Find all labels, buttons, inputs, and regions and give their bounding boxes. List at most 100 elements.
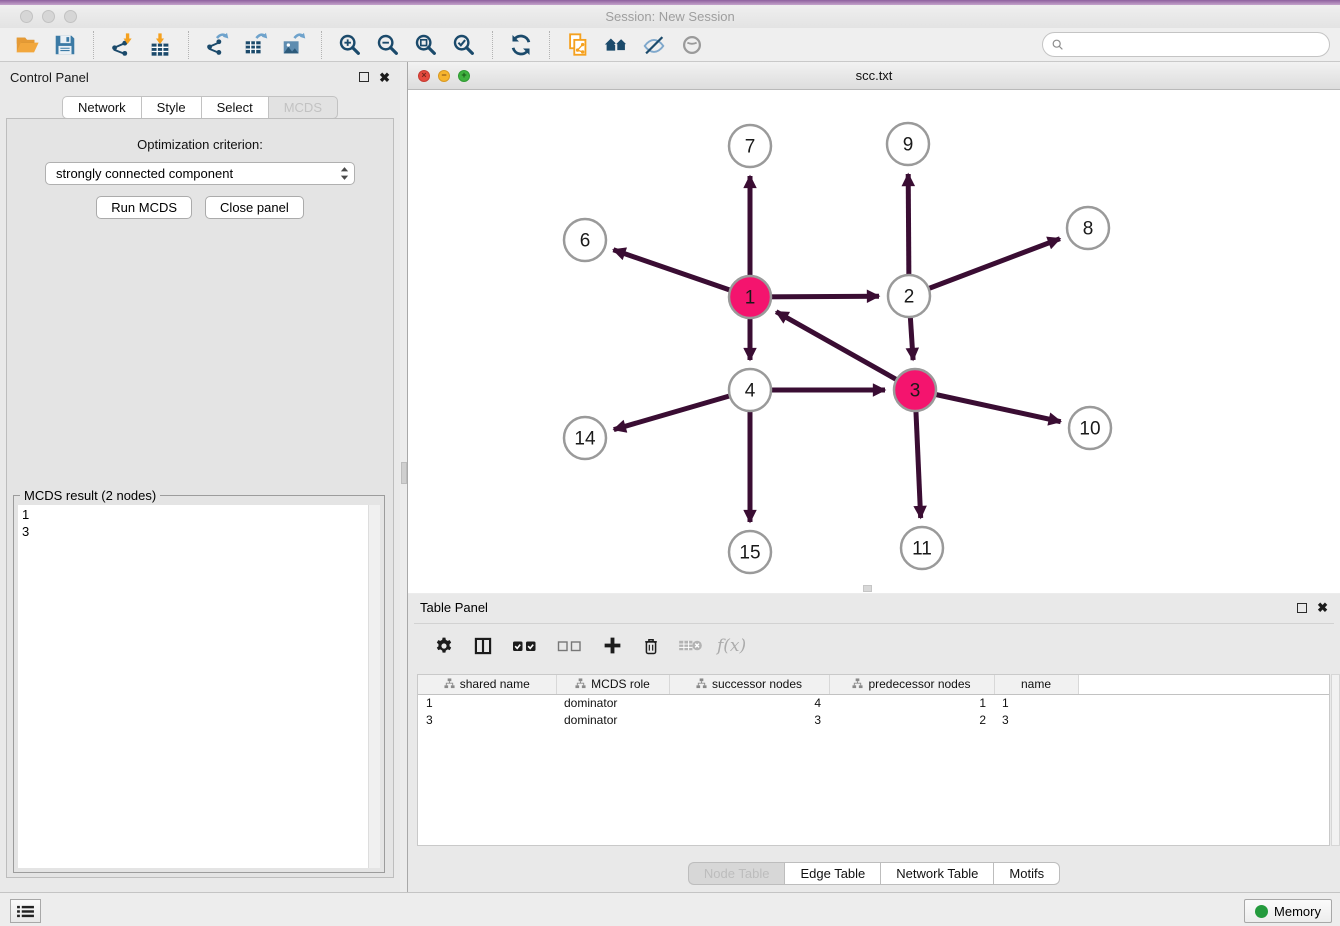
- splitter-handle[interactable]: [863, 585, 872, 592]
- show-columns-button[interactable]: [467, 630, 499, 662]
- tab-network[interactable]: Network: [62, 96, 141, 119]
- tab-mcds[interactable]: MCDS: [268, 96, 338, 119]
- clone-network-icon: [565, 32, 591, 58]
- import-network-button[interactable]: [105, 30, 139, 60]
- close-panel-icon[interactable]: ✖: [379, 71, 390, 84]
- tab-motifs[interactable]: Motifs: [993, 862, 1060, 885]
- criterion-select[interactable]: strongly connected component: [45, 162, 355, 185]
- main-toolbar: [0, 28, 1340, 62]
- result-scrollbar[interactable]: [368, 505, 380, 868]
- panel-divider-vertical[interactable]: [400, 62, 408, 892]
- table-row[interactable]: 1 dominator 4 1 1: [418, 694, 1329, 711]
- delete-column-button[interactable]: [674, 630, 706, 662]
- clone-network-button[interactable]: [561, 30, 595, 60]
- zoom-in-button[interactable]: [333, 30, 367, 60]
- mcds-result-text[interactable]: 1 3: [18, 505, 368, 868]
- column-header-successor-nodes[interactable]: successor nodes: [669, 675, 829, 694]
- tab-select[interactable]: Select: [201, 96, 268, 119]
- column-settings-button[interactable]: [428, 630, 460, 662]
- search-icon: [1051, 38, 1065, 52]
- run-mcds-button[interactable]: Run MCDS: [96, 196, 192, 219]
- cell-predecessor-nodes[interactable]: 2: [829, 711, 994, 728]
- close-panel-button[interactable]: Close panel: [205, 196, 304, 219]
- graph-node-label: 8: [1083, 219, 1094, 240]
- criterion-value: strongly connected component: [56, 166, 339, 181]
- graph-edge-2-8[interactable]: [909, 239, 1060, 296]
- table-row[interactable]: 3 dominator 3 2 3: [418, 711, 1329, 728]
- control-panel-tabs: Network Style Select MCDS: [0, 96, 400, 119]
- tab-network-table[interactable]: Network Table: [880, 862, 993, 885]
- network-window-titlebar[interactable]: × − + scc.txt: [408, 62, 1340, 90]
- import-table-icon: [147, 32, 173, 58]
- float-table-panel-icon[interactable]: [1297, 603, 1307, 613]
- graph-node-label: 15: [739, 543, 760, 564]
- cell-mcds-role[interactable]: dominator: [556, 694, 669, 711]
- cell-name[interactable]: 1: [994, 694, 1078, 711]
- import-table-button[interactable]: [143, 30, 177, 60]
- export-network-button[interactable]: [200, 30, 234, 60]
- cell-predecessor-nodes[interactable]: 1: [829, 694, 994, 711]
- save-session-button[interactable]: [48, 30, 82, 60]
- task-history-button[interactable]: [10, 899, 41, 923]
- cell-mcds-role[interactable]: dominator: [556, 711, 669, 728]
- eye-icon: [679, 32, 705, 58]
- search-input[interactable]: [1070, 35, 1321, 55]
- zoom-selected-button[interactable]: [447, 30, 481, 60]
- table-toolbar: f(x): [414, 623, 1334, 667]
- mcds-result-fieldset: MCDS result (2 nodes) 1 3: [13, 495, 385, 873]
- column-header-predecessor-nodes[interactable]: predecessor nodes: [829, 675, 994, 694]
- search-field[interactable]: [1042, 32, 1330, 57]
- toolbar-separator: [93, 31, 94, 59]
- cell-shared-name[interactable]: 3: [418, 711, 556, 728]
- export-image-button[interactable]: [276, 30, 310, 60]
- add-row-button[interactable]: [596, 630, 628, 662]
- apply-layout-button[interactable]: [504, 30, 538, 60]
- home-button[interactable]: [599, 30, 633, 60]
- cell-name[interactable]: 3: [994, 711, 1078, 728]
- optimization-criterion-label: Optimization criterion:: [7, 137, 393, 152]
- zoom-out-icon: [375, 32, 401, 58]
- graph-edge-3-10[interactable]: [915, 390, 1061, 422]
- tree-icon: [852, 678, 863, 689]
- mcds-result-legend: MCDS result (2 nodes): [20, 488, 160, 503]
- app-titlebar: Session: New Session: [0, 5, 1340, 28]
- zoom-fit-button[interactable]: [409, 30, 443, 60]
- divider-handle[interactable]: [401, 462, 407, 484]
- zoom-in-icon: [337, 32, 363, 58]
- home-icon: [603, 32, 629, 58]
- show-panel-button[interactable]: [675, 30, 709, 60]
- delete-row-button[interactable]: [635, 630, 667, 662]
- cell-shared-name[interactable]: 1: [418, 694, 556, 711]
- mcds-tab-content: Optimization criterion: strongly connect…: [6, 118, 394, 878]
- graph-node-label: 3: [910, 381, 921, 402]
- function-builder-button[interactable]: f(x): [717, 636, 746, 656]
- select-all-button[interactable]: [506, 630, 544, 662]
- close-table-panel-icon[interactable]: ✖: [1317, 601, 1328, 614]
- column-header-name[interactable]: name: [994, 675, 1078, 694]
- float-panel-icon[interactable]: [359, 72, 369, 82]
- delete-column-icon: [678, 637, 703, 654]
- tab-node-table[interactable]: Node Table: [688, 862, 785, 885]
- zoom-out-button[interactable]: [371, 30, 405, 60]
- unselect-all-button[interactable]: [551, 630, 589, 662]
- graph-node-label: 1: [745, 288, 756, 309]
- cell-successor-nodes[interactable]: 4: [669, 694, 829, 711]
- memory-button[interactable]: Memory: [1244, 899, 1332, 923]
- hide-panel-button[interactable]: [637, 30, 671, 60]
- open-session-button[interactable]: [10, 30, 44, 60]
- toolbar-separator: [492, 31, 493, 59]
- network-canvas[interactable]: 7968124314101511: [408, 90, 1340, 592]
- table-scrollbar[interactable]: [1331, 674, 1340, 846]
- column-header-mcds-role[interactable]: MCDS role: [556, 675, 669, 694]
- control-panel-header: Control Panel ✖: [0, 62, 400, 92]
- network-view-window: × − + scc.txt 7968124314101511: [408, 62, 1340, 593]
- table-panel: Table Panel ✖ f(x) shared name MCDS role…: [408, 594, 1340, 892]
- tab-style[interactable]: Style: [141, 96, 201, 119]
- export-table-button[interactable]: [238, 30, 272, 60]
- cell-successor-nodes[interactable]: 3: [669, 711, 829, 728]
- column-header-shared-name[interactable]: shared name: [418, 675, 556, 694]
- graph-edge-3-1[interactable]: [776, 312, 915, 390]
- table-tabs: Node Table Edge Table Network Table Moti…: [408, 862, 1340, 885]
- graph-node-label: 2: [904, 287, 915, 308]
- tab-edge-table[interactable]: Edge Table: [784, 862, 880, 885]
